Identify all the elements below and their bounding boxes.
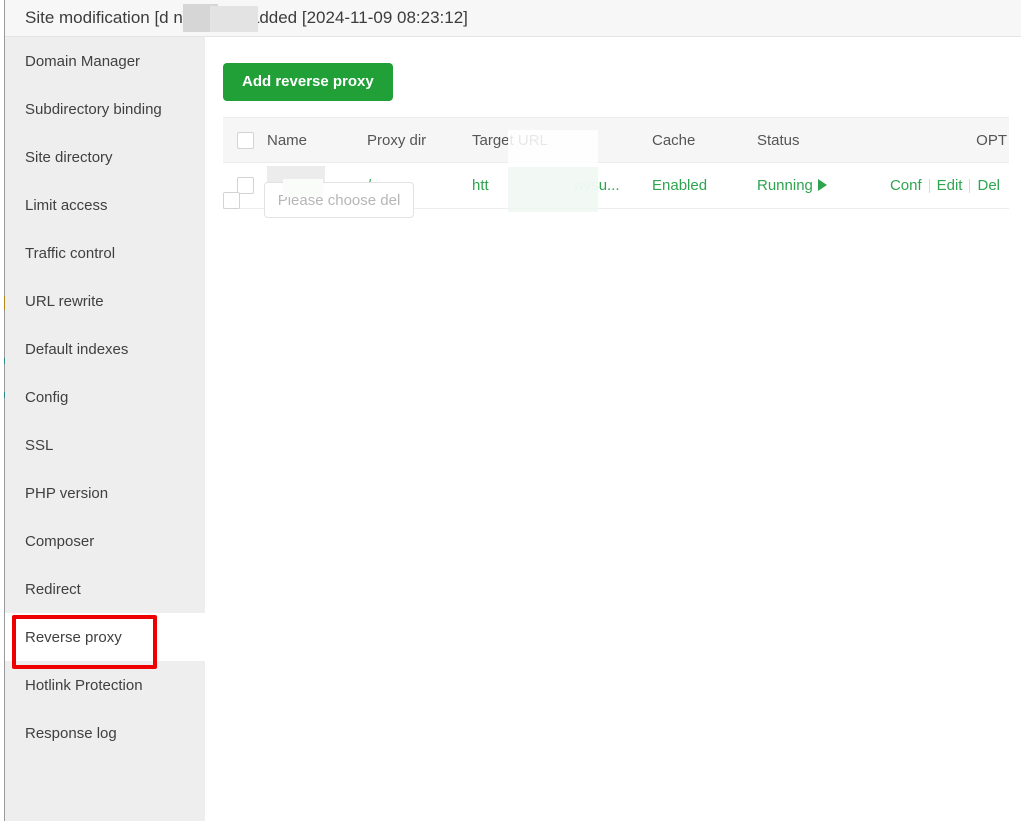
sidebar-item-label: Default indexes [25,341,128,358]
column-header-opt: OPT [870,132,1009,149]
sidebar-item-label: Response log [25,725,117,742]
sidebar-item-composer[interactable]: Composer [5,517,205,565]
sidebar-item-site-directory[interactable]: Site directory [5,133,205,181]
main-content: Add reverse proxy Name Proxy dir Target … [205,37,1021,821]
column-header-status: Status [757,132,870,149]
sidebar-item-subdirectory-binding[interactable]: Subdirectory binding [5,85,205,133]
sidebar-item-domain-manager[interactable]: Domain Manager [5,37,205,85]
sidebar-item-traffic-control[interactable]: Traffic control [5,229,205,277]
column-header-cache: Cache [652,132,757,149]
sidebar-item-label: Composer [25,533,94,550]
sidebar-item-label: Site directory [25,149,113,166]
cell-cache: Enabled [652,177,757,194]
sidebar-item-response-log[interactable]: Response log [5,709,205,757]
sidebar-item-url-rewrite[interactable]: URL rewrite [5,277,205,325]
add-reverse-proxy-button[interactable]: Add reverse proxy [223,63,393,101]
sidebar-item-label: Limit access [25,197,108,214]
sidebar: Domain Manager Subdirectory binding Site d… [5,37,205,821]
bulk-select-checkbox[interactable] [223,192,240,209]
cell-opt-actions: Conf Edit Del [870,177,1009,194]
sidebar-item-label: SSL [25,437,53,454]
sidebar-item-ssl[interactable]: SSL [5,421,205,469]
cell-target-url: htt wysu... [472,177,652,194]
target-url-prefix: htt [472,177,489,194]
target-url-suffix: wysu... [493,177,620,194]
column-header-name: Name [267,132,367,149]
column-header-target-url: Target URL [472,132,652,149]
sidebar-item-default-indexes[interactable]: Default indexes [5,325,205,373]
bulk-delete-button[interactable]: Please choose del [264,182,414,218]
sidebar-item-label: Config [25,389,68,406]
del-link[interactable]: Del [970,177,1007,194]
sidebar-item-php-version[interactable]: PHP version [5,469,205,517]
sidebar-item-hotlink-protection[interactable]: Hotlink Protection [5,661,205,709]
sidebar-item-label: Traffic control [25,245,115,262]
play-triangle-icon[interactable] [818,179,827,191]
sidebar-item-label: Subdirectory binding [25,101,162,118]
status-label: Running [757,177,813,194]
table-header-row: Name Proxy dir Target URL Cache Status O… [223,117,1009,163]
sidebar-item-label: Domain Manager [25,53,140,70]
bulk-actions-row: Please choose del [223,182,414,218]
app-root: Site modification [d n] -- Time added [2… [0,0,1021,821]
column-header-proxy-dir: Proxy dir [367,132,472,149]
sidebar-item-label: PHP version [25,485,108,502]
conf-link[interactable]: Conf [883,177,929,194]
title-redaction-block-2 [210,6,258,32]
edit-link[interactable]: Edit [930,177,970,194]
sidebar-item-label: Reverse proxy [25,629,122,646]
sidebar-item-label: Hotlink Protection [25,677,143,694]
cell-status: Running [757,177,870,194]
dialog-header: Site modification [d n] -- Time added [2… [5,0,1021,37]
select-all-cell [223,132,267,149]
sidebar-item-label: URL rewrite [25,293,104,310]
sidebar-item-redirect[interactable]: Redirect [5,565,205,613]
sidebar-item-reverse-proxy[interactable]: Reverse proxy [5,613,210,661]
select-all-checkbox[interactable] [237,132,254,149]
sidebar-item-label: Redirect [25,581,81,598]
sidebar-item-limit-access[interactable]: Limit access [5,181,205,229]
sidebar-item-config[interactable]: Config [5,373,205,421]
